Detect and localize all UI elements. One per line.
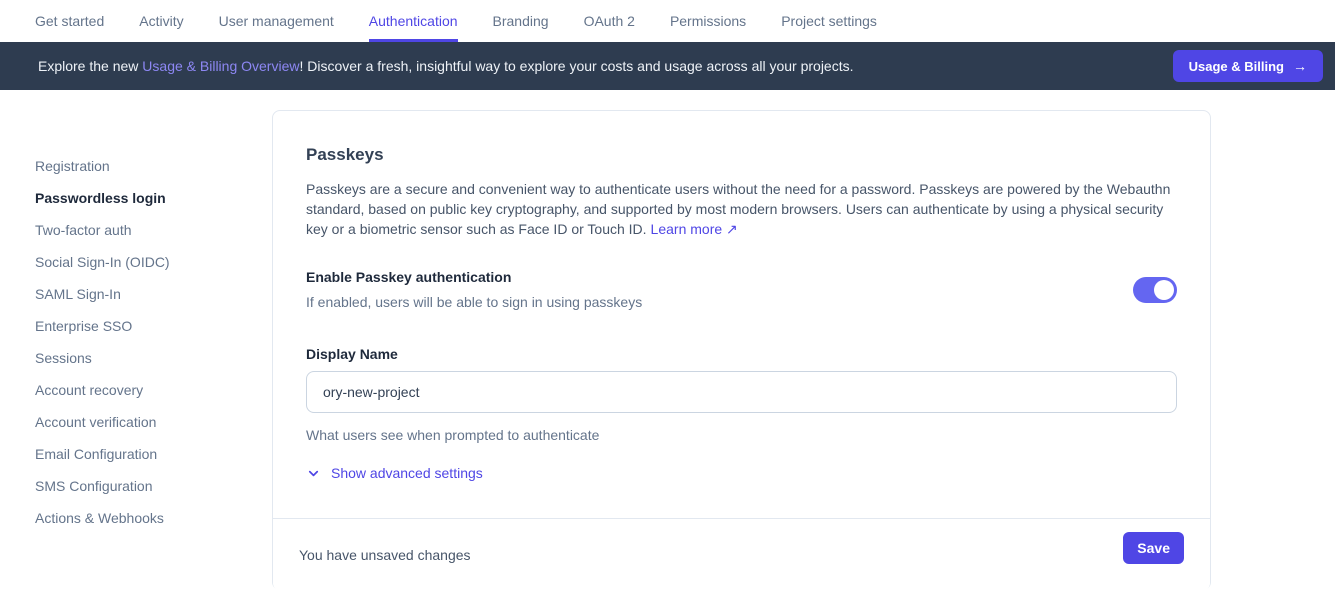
show-advanced-settings-link[interactable]: Show advanced settings: [306, 465, 483, 481]
sidebar-item-social-sign-in-oidc-[interactable]: Social Sign-In (OIDC): [35, 246, 272, 278]
banner-text-rest: ! Discover a fresh, insightful way to ex…: [299, 58, 853, 74]
save-button[interactable]: Save: [1123, 532, 1184, 564]
sidebar-item-passwordless-login[interactable]: Passwordless login: [35, 182, 272, 214]
external-link-icon: ↗: [726, 221, 738, 237]
passkeys-description-text: Passkeys are a secure and convenient way…: [306, 181, 1170, 237]
sidebar-item-account-recovery[interactable]: Account recovery: [35, 374, 272, 406]
learn-more-link[interactable]: Learn more ↗: [651, 221, 738, 237]
unsaved-changes-status: You have unsaved changes: [299, 547, 471, 563]
sidebar-item-enterprise-sso[interactable]: Enterprise SSO: [35, 310, 272, 342]
nav-tab-authentication[interactable]: Authentication: [369, 0, 458, 42]
learn-more-label: Learn more: [651, 221, 723, 237]
enable-passkey-toggle[interactable]: [1133, 277, 1177, 303]
enable-passkey-row: Enable Passkey authentication If enabled…: [306, 269, 1177, 310]
passkeys-card: Passkeys Passkeys are a secure and conve…: [272, 110, 1211, 590]
enable-passkey-description: If enabled, users will be able to sign i…: [306, 294, 642, 310]
nav-tab-user-management[interactable]: User management: [219, 0, 334, 42]
chevron-down-icon: [306, 466, 321, 481]
sidebar-item-two-factor-auth[interactable]: Two-factor auth: [35, 214, 272, 246]
display-name-block: Display Name What users see when prompte…: [306, 346, 1177, 443]
enable-passkey-texts: Enable Passkey authentication If enabled…: [306, 269, 642, 310]
nav-tab-project-settings[interactable]: Project settings: [781, 0, 877, 42]
nav-tab-permissions[interactable]: Permissions: [670, 0, 746, 42]
enable-passkey-label: Enable Passkey authentication: [306, 269, 642, 285]
sidebar-item-saml-sign-in[interactable]: SAML Sign-In: [35, 278, 272, 310]
sidebar-item-registration[interactable]: Registration: [35, 150, 272, 182]
sidebar-item-actions-webhooks[interactable]: Actions & Webhooks: [35, 502, 272, 534]
usage-billing-overview-link[interactable]: Usage & Billing Overview: [142, 58, 299, 74]
settings-sidebar: RegistrationPasswordless loginTwo-factor…: [0, 90, 272, 534]
nav-tab-activity[interactable]: Activity: [139, 0, 183, 42]
show-advanced-settings-label: Show advanced settings: [331, 465, 483, 481]
banner-text-intro: Explore the new: [38, 58, 142, 74]
arrow-right-icon: →: [1293, 58, 1307, 74]
announcement-banner: Explore the new Usage & Billing Overview…: [0, 42, 1335, 90]
usage-billing-button-label: Usage & Billing: [1189, 59, 1284, 74]
banner-message: Explore the new Usage & Billing Overview…: [38, 58, 1173, 74]
display-name-helper: What users see when prompted to authenti…: [306, 427, 1177, 443]
card-footer: You have unsaved changes Save: [273, 518, 1210, 591]
nav-tab-get-started[interactable]: Get started: [35, 0, 104, 42]
top-nav: Get started Activity User management Authen…: [0, 0, 1335, 42]
sidebar-item-sessions[interactable]: Sessions: [35, 342, 272, 374]
sidebar-item-sms-configuration[interactable]: SMS Configuration: [35, 470, 272, 502]
usage-billing-button[interactable]: Usage & Billing →: [1173, 50, 1323, 82]
sidebar-item-email-configuration[interactable]: Email Configuration: [35, 438, 272, 470]
sidebar-item-account-verification[interactable]: Account verification: [35, 406, 272, 438]
display-name-label: Display Name: [306, 346, 1177, 362]
passkeys-description: Passkeys are a secure and convenient way…: [306, 179, 1177, 239]
toggle-knob: [1154, 280, 1174, 300]
page-title: Passkeys: [306, 145, 1177, 165]
nav-tab-oauth-2[interactable]: OAuth 2: [584, 0, 635, 42]
display-name-input[interactable]: [306, 371, 1177, 413]
nav-tab-branding[interactable]: Branding: [493, 0, 549, 42]
